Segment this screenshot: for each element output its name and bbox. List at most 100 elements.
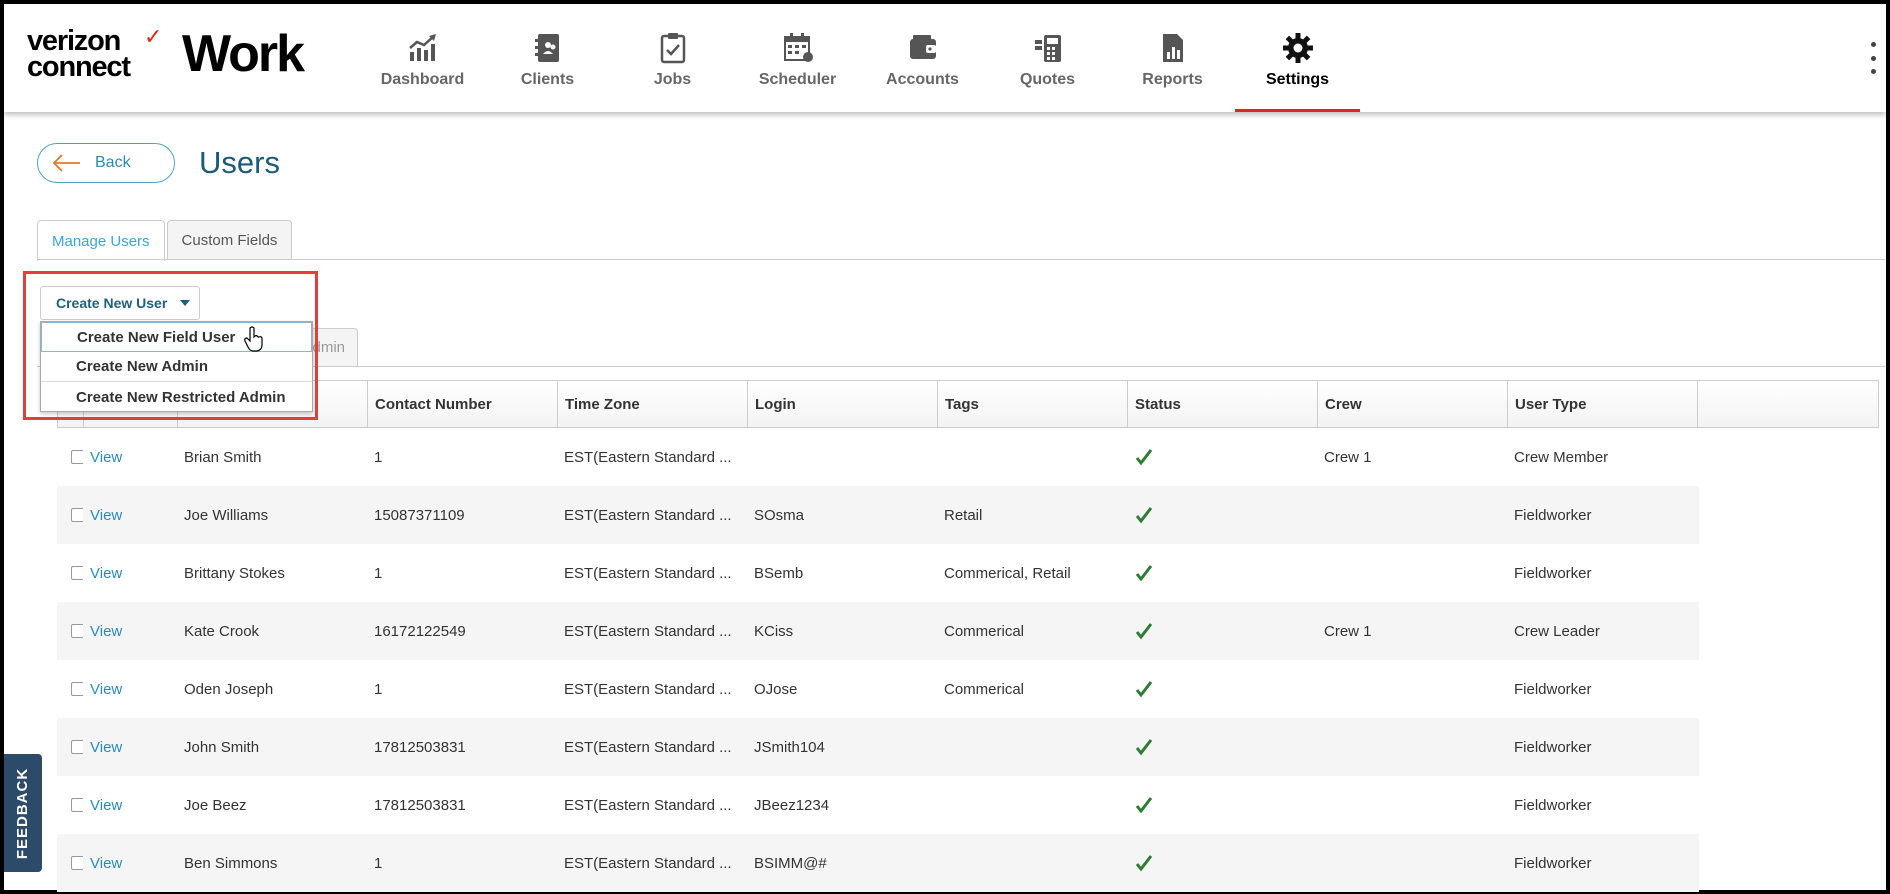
row-checkbox[interactable] bbox=[57, 508, 83, 522]
table-row: View Joe Beez 17812503831 EST(Eastern Stand… bbox=[57, 776, 1699, 834]
nav-reports[interactable]: Reports bbox=[1110, 4, 1235, 112]
checkbox[interactable] bbox=[71, 682, 83, 696]
view-link[interactable]: View bbox=[83, 797, 177, 814]
cell-crew: Crew 1 bbox=[1324, 448, 1372, 466]
view-link[interactable]: View bbox=[83, 681, 177, 698]
menu-item-create-admin[interactable]: Create New Admin bbox=[41, 352, 312, 382]
menu-item-create-field-user[interactable]: Create New Field User bbox=[41, 322, 312, 352]
col-tags[interactable]: Tags bbox=[938, 381, 1128, 427]
nav-label: Jobs bbox=[653, 71, 692, 88]
table-header: Contact Number Time Zone Login Tags Stat… bbox=[57, 380, 1879, 428]
cell-contact: 17812503831 bbox=[374, 738, 466, 756]
col-timezone[interactable]: Time Zone bbox=[558, 381, 748, 427]
col-user-type[interactable]: User Type bbox=[1508, 381, 1698, 427]
nav-dashboard[interactable]: Dashboard bbox=[360, 4, 485, 112]
view-link[interactable]: View bbox=[83, 623, 177, 640]
cell-tags: Retail bbox=[944, 506, 983, 524]
nav-label: Settings bbox=[1265, 71, 1330, 88]
nav-label: Scheduler bbox=[758, 71, 837, 88]
menu-item-create-restricted-admin[interactable]: Create New Restricted Admin bbox=[41, 382, 312, 412]
cell-login: OJose bbox=[754, 680, 798, 698]
cell-name: Joe Williams bbox=[184, 506, 269, 524]
table-row: View John Smith 17812503831 EST(Eastern Sta… bbox=[57, 718, 1699, 776]
top-header: verizon connect ✓ Work Dashboard Clients… bbox=[4, 4, 1886, 112]
back-label: Back bbox=[95, 154, 131, 171]
subtabs-divider bbox=[37, 366, 1885, 367]
table-row: View Kate Crook 16172122549 EST(Eastern Sta… bbox=[57, 602, 1699, 660]
view-link[interactable]: View bbox=[83, 565, 177, 582]
cell-tags: Commerical bbox=[944, 622, 1025, 640]
jobs-icon bbox=[660, 33, 685, 64]
cell-name: Brittany Stokes bbox=[184, 564, 285, 582]
cell-login: BSemb bbox=[754, 564, 804, 582]
status-check-icon bbox=[1127, 444, 1317, 471]
cell-timezone: EST(Eastern Standard ... bbox=[564, 506, 732, 524]
cell-contact: 16172122549 bbox=[374, 622, 466, 640]
checkbox[interactable] bbox=[71, 856, 83, 870]
cell-timezone: EST(Eastern Standard ... bbox=[564, 448, 732, 466]
row-checkbox[interactable] bbox=[57, 450, 83, 464]
col-extra bbox=[1698, 381, 1878, 427]
checkbox[interactable] bbox=[71, 798, 83, 812]
status-check-icon bbox=[1127, 502, 1317, 529]
cell-login: JSmith104 bbox=[754, 738, 825, 756]
more-menu-icon[interactable] bbox=[1868, 42, 1878, 74]
cell-name: Oden Joseph bbox=[184, 680, 274, 698]
nav-accounts[interactable]: Accounts bbox=[860, 4, 985, 112]
reports-icon bbox=[1162, 34, 1183, 62]
row-checkbox[interactable] bbox=[57, 682, 83, 696]
arrow-left-icon bbox=[52, 154, 80, 172]
cell-name: Ben Simmons bbox=[184, 854, 278, 872]
cell-crew: Crew 1 bbox=[1324, 622, 1372, 640]
checkbox[interactable] bbox=[71, 508, 83, 522]
col-login[interactable]: Login bbox=[748, 381, 938, 427]
row-checkbox[interactable] bbox=[57, 798, 83, 812]
cell-tags: Commerical bbox=[944, 680, 1025, 698]
cell-login: SOsma bbox=[754, 506, 805, 524]
table-row: View Ben Simmons 1 EST(Eastern Standard ...… bbox=[57, 834, 1699, 892]
checkbox[interactable] bbox=[71, 740, 83, 754]
cell-contact: 15087371109 bbox=[374, 506, 465, 524]
gear-icon bbox=[1282, 33, 1313, 63]
create-new-user-label: Create New User bbox=[56, 295, 168, 311]
col-status[interactable]: Status bbox=[1128, 381, 1318, 427]
cell-user-type: Crew Member bbox=[1514, 448, 1609, 466]
row-checkbox[interactable] bbox=[57, 856, 83, 870]
caret-down-icon bbox=[180, 300, 191, 306]
col-contact[interactable]: Contact Number bbox=[368, 381, 558, 427]
cell-login: KCiss bbox=[754, 622, 794, 640]
feedback-tab[interactable]: FEEDBACK bbox=[4, 754, 42, 872]
row-checkbox[interactable] bbox=[57, 566, 83, 580]
col-crew[interactable]: Crew bbox=[1318, 381, 1508, 427]
create-new-user-button[interactable]: Create New User bbox=[40, 286, 200, 320]
table-row: View Brian Smith 1 EST(Eastern Standard ...… bbox=[57, 428, 1699, 486]
status-check-icon bbox=[1127, 560, 1317, 587]
cell-user-type: Fieldworker bbox=[1514, 564, 1592, 582]
view-link[interactable]: View bbox=[83, 449, 177, 466]
cell-timezone: EST(Eastern Standard ... bbox=[564, 796, 732, 814]
table-row: View Brittany Stokes 1 EST(Eastern Standard… bbox=[57, 544, 1699, 602]
table-row: View Oden Joseph 1 EST(Eastern Standard ...… bbox=[57, 660, 1699, 718]
view-link[interactable]: View bbox=[83, 739, 177, 756]
create-user-dropdown: Create New Field User Create New Admin C… bbox=[40, 321, 313, 412]
nav-scheduler[interactable]: Scheduler bbox=[735, 4, 860, 112]
tab-custom-fields[interactable]: Custom Fields bbox=[166, 220, 293, 260]
status-check-icon bbox=[1127, 734, 1317, 761]
back-button[interactable]: Back bbox=[37, 143, 175, 183]
cell-contact: 17812503831 bbox=[374, 796, 466, 814]
row-checkbox[interactable] bbox=[57, 624, 83, 638]
users-table: Contact Number Time Zone Login Tags Stat… bbox=[57, 380, 1879, 892]
status-check-icon bbox=[1127, 676, 1317, 703]
tab-manage-users[interactable]: Manage Users bbox=[37, 220, 165, 261]
view-link[interactable]: View bbox=[83, 855, 177, 872]
verizon-connect-logo[interactable]: verizon connect ✓ bbox=[27, 24, 162, 82]
nav-clients[interactable]: Clients bbox=[485, 4, 610, 112]
view-link[interactable]: View bbox=[83, 507, 177, 524]
nav-quotes[interactable]: Quotes bbox=[985, 4, 1110, 112]
checkbox[interactable] bbox=[71, 624, 83, 638]
checkbox[interactable] bbox=[71, 450, 83, 464]
row-checkbox[interactable] bbox=[57, 740, 83, 754]
nav-settings[interactable]: Settings bbox=[1235, 4, 1360, 112]
nav-jobs[interactable]: Jobs bbox=[610, 4, 735, 112]
checkbox[interactable] bbox=[71, 566, 83, 580]
